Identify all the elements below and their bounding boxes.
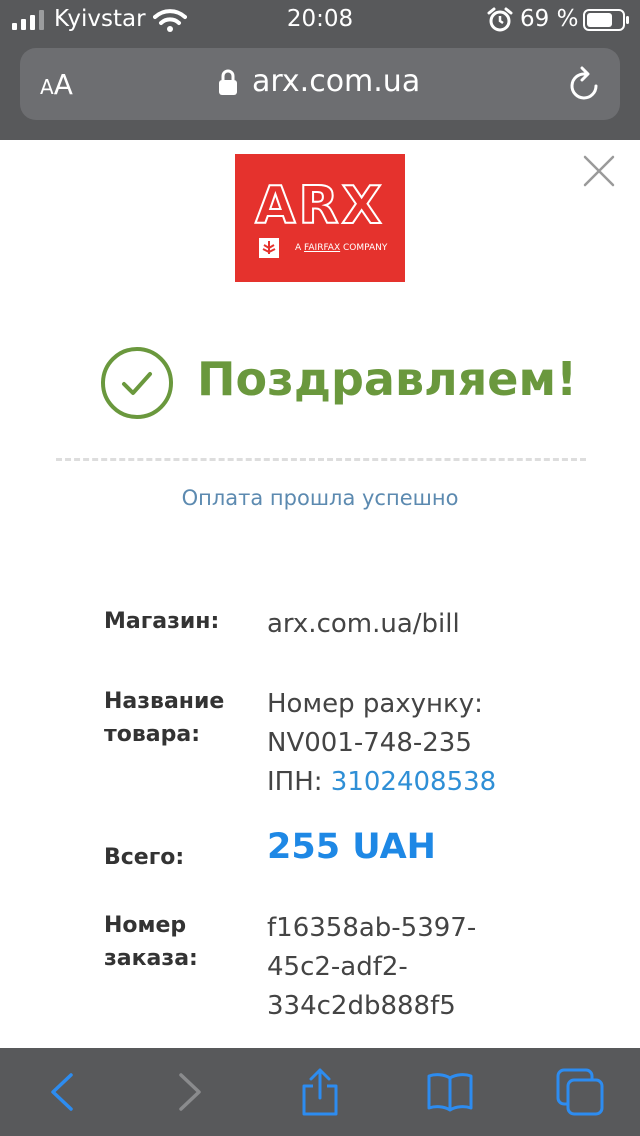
battery-icon bbox=[583, 9, 629, 31]
tax-id-link[interactable]: 3102408538 bbox=[331, 767, 496, 797]
browser-chrome: Kyivstar 20:08 69 % AA arx.com.ua bbox=[0, 0, 640, 140]
bookmarks-button[interactable] bbox=[410, 1048, 490, 1136]
order-number: f16358ab-5397- 45c2-adf2- 334c2db888f5 bbox=[267, 913, 477, 1021]
success-headline: Поздравляем! bbox=[197, 352, 578, 406]
total-label: Всего: bbox=[104, 845, 185, 870]
shop-label: Магазин: bbox=[104, 609, 220, 634]
forward-button[interactable] bbox=[150, 1048, 230, 1136]
fairfax-mark-icon bbox=[259, 238, 279, 258]
product-label: Название товара: bbox=[104, 689, 225, 747]
address-bar[interactable]: AA arx.com.ua bbox=[20, 48, 620, 120]
order-label: Номер заказа: bbox=[104, 913, 198, 971]
status-bar: Kyivstar 20:08 69 % bbox=[0, 0, 640, 40]
tabs-button[interactable] bbox=[540, 1048, 620, 1136]
text-size-button[interactable]: AA bbox=[40, 68, 73, 101]
shop-value: arx.com.ua/bill bbox=[267, 609, 460, 639]
alarm-icon bbox=[487, 7, 513, 32]
payment-result-page: ARX A FAIRFAX COMPANY Поздравляем! Оплат… bbox=[0, 140, 640, 1048]
product-value: Номер рахунку: NV001-748-235 ІПН: 310240… bbox=[267, 689, 497, 797]
browser-toolbar bbox=[0, 1048, 640, 1136]
success-check-icon bbox=[101, 347, 173, 419]
back-button[interactable] bbox=[22, 1048, 102, 1136]
share-icon[interactable] bbox=[300, 1068, 340, 1116]
logo-subtitle: A FAIRFAX COMPANY bbox=[295, 243, 388, 253]
lock-icon bbox=[219, 69, 237, 95]
close-icon[interactable] bbox=[583, 155, 615, 187]
back-icon[interactable] bbox=[47, 1072, 77, 1112]
bookmarks-icon[interactable] bbox=[426, 1072, 474, 1112]
arx-logo: ARX A FAIRFAX COMPANY bbox=[235, 154, 405, 282]
url-text[interactable]: arx.com.ua bbox=[252, 64, 420, 99]
share-button[interactable] bbox=[280, 1048, 360, 1136]
forward-icon[interactable] bbox=[175, 1072, 205, 1112]
success-message: Оплата прошла успешно bbox=[181, 486, 459, 510]
tabs-icon[interactable] bbox=[556, 1068, 604, 1116]
logo-title: ARX bbox=[254, 175, 385, 237]
battery-percent: 69 % bbox=[520, 6, 579, 32]
total-amount: 255 UAH bbox=[267, 827, 436, 867]
reload-icon[interactable] bbox=[568, 66, 602, 102]
divider bbox=[56, 458, 586, 461]
